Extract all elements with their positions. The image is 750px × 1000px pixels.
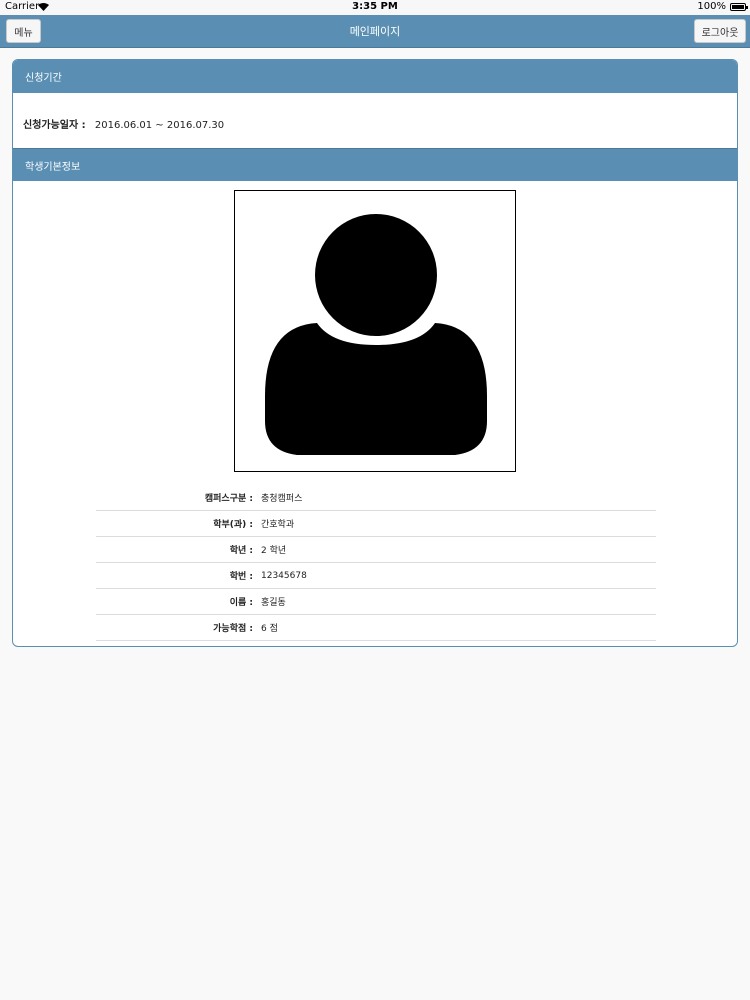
info-label: 캠퍼스구분 :	[204, 494, 253, 504]
info-row-campus: 캠퍼스구분 : 충청캠퍼스	[96, 485, 656, 511]
info-label: 학번 :	[229, 572, 253, 582]
info-row-student-id: 학번 : 12345678	[96, 563, 656, 589]
info-row-department: 학부(과) : 간호학과	[96, 511, 656, 537]
battery-percent: 100%	[697, 1, 726, 12]
info-value: 12345678	[261, 570, 307, 581]
student-info-table: 캠퍼스구분 : 충청캠퍼스 학부(과) : 간호학과 학년 : 2 학년 학번 …	[96, 485, 656, 641]
main-panel: 신청기간 신청가능일자 : 2016.06.01 ~ 2016.07.30 학생…	[12, 59, 738, 647]
application-period-row: 신청가능일자 : 2016.06.01 ~ 2016.07.30	[23, 116, 224, 131]
info-row-name: 이름 : 홍길동	[96, 589, 656, 615]
info-value: 간호학과	[261, 520, 295, 530]
logout-button[interactable]: 로그아웃	[694, 19, 746, 43]
student-info-section-header: 학생기본정보	[13, 148, 737, 181]
info-value: 홍길동	[261, 598, 286, 608]
info-label: 가능학점 :	[213, 624, 253, 634]
info-value: 충청캠퍼스	[261, 494, 303, 504]
info-label: 학년 :	[229, 546, 253, 556]
navbar: 메뉴 메인페이지 로그아웃	[0, 15, 750, 48]
application-period-label: 신청가능일자 :	[23, 120, 86, 131]
clock: 3:35 PM	[352, 1, 398, 12]
user-silhouette-icon	[265, 214, 487, 455]
info-label: 이름 :	[229, 598, 253, 608]
info-value: 6 점	[261, 624, 278, 634]
info-value: 2 학년	[261, 546, 287, 556]
battery-icon	[730, 3, 748, 11]
student-photo	[234, 190, 516, 472]
period-section-header: 신청기간	[13, 60, 737, 93]
info-label: 학부(과) :	[213, 520, 253, 530]
info-row-credits: 가능학점 : 6 점	[96, 615, 656, 641]
application-period-value: 2016.06.01 ~ 2016.07.30	[94, 120, 225, 131]
info-row-grade: 학년 : 2 학년	[96, 537, 656, 563]
status-bar: Carrier 3:35 PM 100%	[0, 0, 750, 15]
page-title: 메인페이지	[349, 25, 401, 38]
